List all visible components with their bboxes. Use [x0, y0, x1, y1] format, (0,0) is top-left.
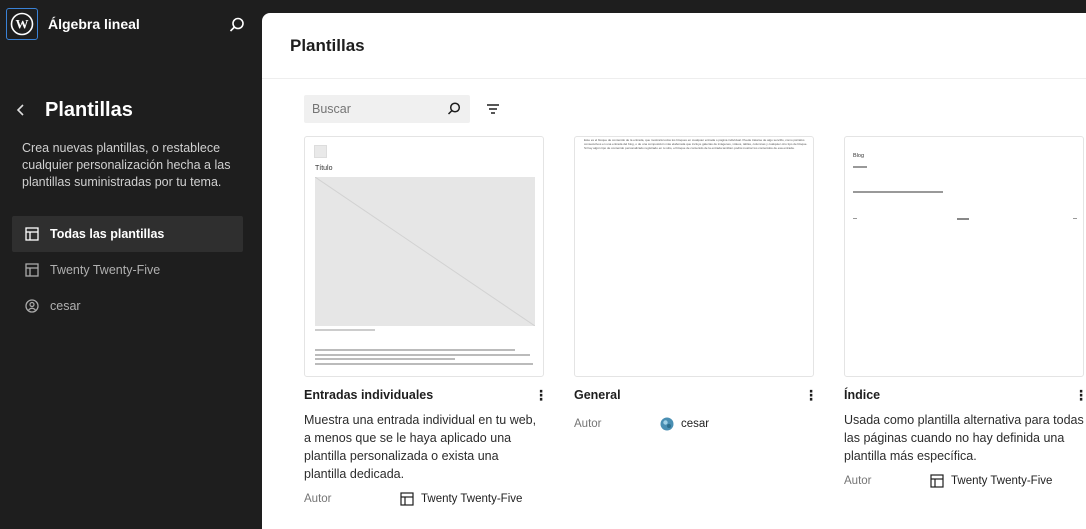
more-actions-icon[interactable]: ⋮	[804, 388, 818, 402]
sidebar: W Álgebra lineal Plantillas Crea nuevas …	[0, 0, 262, 529]
sidebar-item-label: cesar	[50, 299, 81, 313]
sidebar-item-all-templates[interactable]: Todas las plantillas	[12, 216, 243, 252]
more-actions-icon[interactable]: ⋮	[534, 388, 548, 402]
search-box	[304, 95, 470, 123]
template-card: Título Entradas individuales ⋮ Muestra u…	[304, 136, 548, 507]
back-button[interactable]	[16, 98, 32, 122]
toolbar	[304, 95, 502, 123]
layout-icon	[930, 474, 944, 488]
featured-image-placeholder	[314, 176, 536, 327]
search-icon[interactable]	[228, 16, 246, 34]
author-name: cesar	[681, 418, 710, 430]
more-actions-icon[interactable]: ⋮	[1074, 388, 1086, 402]
top-strip	[262, 0, 1086, 13]
preview-heading: Blog	[853, 153, 865, 159]
template-card: Este es el bloque de contenido de la ent…	[574, 136, 818, 432]
site-title[interactable]: Álgebra lineal	[48, 16, 140, 32]
main-content: Plantillas Título	[262, 13, 1086, 529]
card-title[interactable]: General	[574, 388, 621, 402]
author-label: Autor	[304, 493, 332, 505]
card-meta: Autor Twenty Twenty-Five	[844, 473, 1084, 489]
author-name: Twenty Twenty-Five	[421, 493, 523, 505]
card-description: Usada como plantilla alternativa para to…	[844, 413, 1084, 463]
template-preview[interactable]: Blog	[844, 136, 1084, 377]
sidebar-nav: Todas las plantillas Twenty Twenty-Five …	[12, 216, 243, 324]
search-icon[interactable]	[446, 101, 462, 122]
template-card: Blog Índice ⋮ Usada como plantilla alter…	[844, 136, 1086, 489]
sidebar-title: Plantillas	[45, 98, 133, 121]
card-meta: Autor Twenty Twenty-Five	[304, 491, 544, 507]
author-info: Twenty Twenty-Five	[930, 474, 1052, 488]
author-name: Twenty Twenty-Five	[951, 475, 1053, 487]
sidebar-item-twenty-twenty-five[interactable]: Twenty Twenty-Five	[12, 252, 243, 288]
site-hub: W Álgebra lineal	[6, 8, 140, 40]
card-title-row: Índice ⋮	[844, 387, 1086, 403]
svg-text:W: W	[16, 17, 29, 32]
sidebar-item-cesar[interactable]: cesar	[12, 288, 243, 324]
avatar	[660, 417, 674, 431]
layout-icon	[400, 492, 414, 506]
author-info: cesar	[660, 417, 709, 431]
site-logo-placeholder	[314, 145, 327, 158]
search-input[interactable]	[312, 102, 442, 116]
wordpress-logo-icon[interactable]: W	[6, 8, 38, 40]
sidebar-item-label: Todas las plantillas	[50, 227, 165, 241]
template-preview[interactable]: Título	[304, 136, 544, 377]
card-title-row: Entradas individuales ⋮	[304, 387, 548, 403]
main-header: Plantillas	[262, 13, 1086, 79]
author-info: Twenty Twenty-Five	[400, 492, 522, 506]
card-title[interactable]: Entradas individuales	[304, 388, 433, 402]
author-label: Autor	[574, 418, 602, 430]
layout-icon	[24, 262, 40, 278]
sidebar-item-label: Twenty Twenty-Five	[50, 263, 161, 277]
sidebar-description: Crea nuevas plantillas, o restablece cua…	[22, 141, 231, 189]
chevron-left-icon	[16, 104, 24, 116]
template-preview[interactable]: Este es el bloque de contenido de la ent…	[574, 136, 814, 377]
user-icon	[24, 298, 40, 314]
card-description: Muestra una entrada individual en tu web…	[304, 413, 537, 481]
preview-text-lines	[315, 349, 535, 365]
filter-icon	[487, 104, 499, 114]
author-label: Autor	[844, 475, 872, 487]
page-title: Plantillas	[290, 35, 365, 55]
preview-heading: Título	[315, 165, 333, 172]
layout-icon	[24, 226, 40, 242]
card-title[interactable]: Índice	[844, 388, 880, 402]
card-title-row: General ⋮	[574, 387, 818, 403]
preview-text: Este es el bloque de contenido de la ent…	[584, 138, 808, 150]
sidebar-header: Plantillas	[16, 98, 133, 122]
filter-button[interactable]	[484, 100, 502, 118]
card-meta: Autor cesar	[574, 416, 814, 432]
